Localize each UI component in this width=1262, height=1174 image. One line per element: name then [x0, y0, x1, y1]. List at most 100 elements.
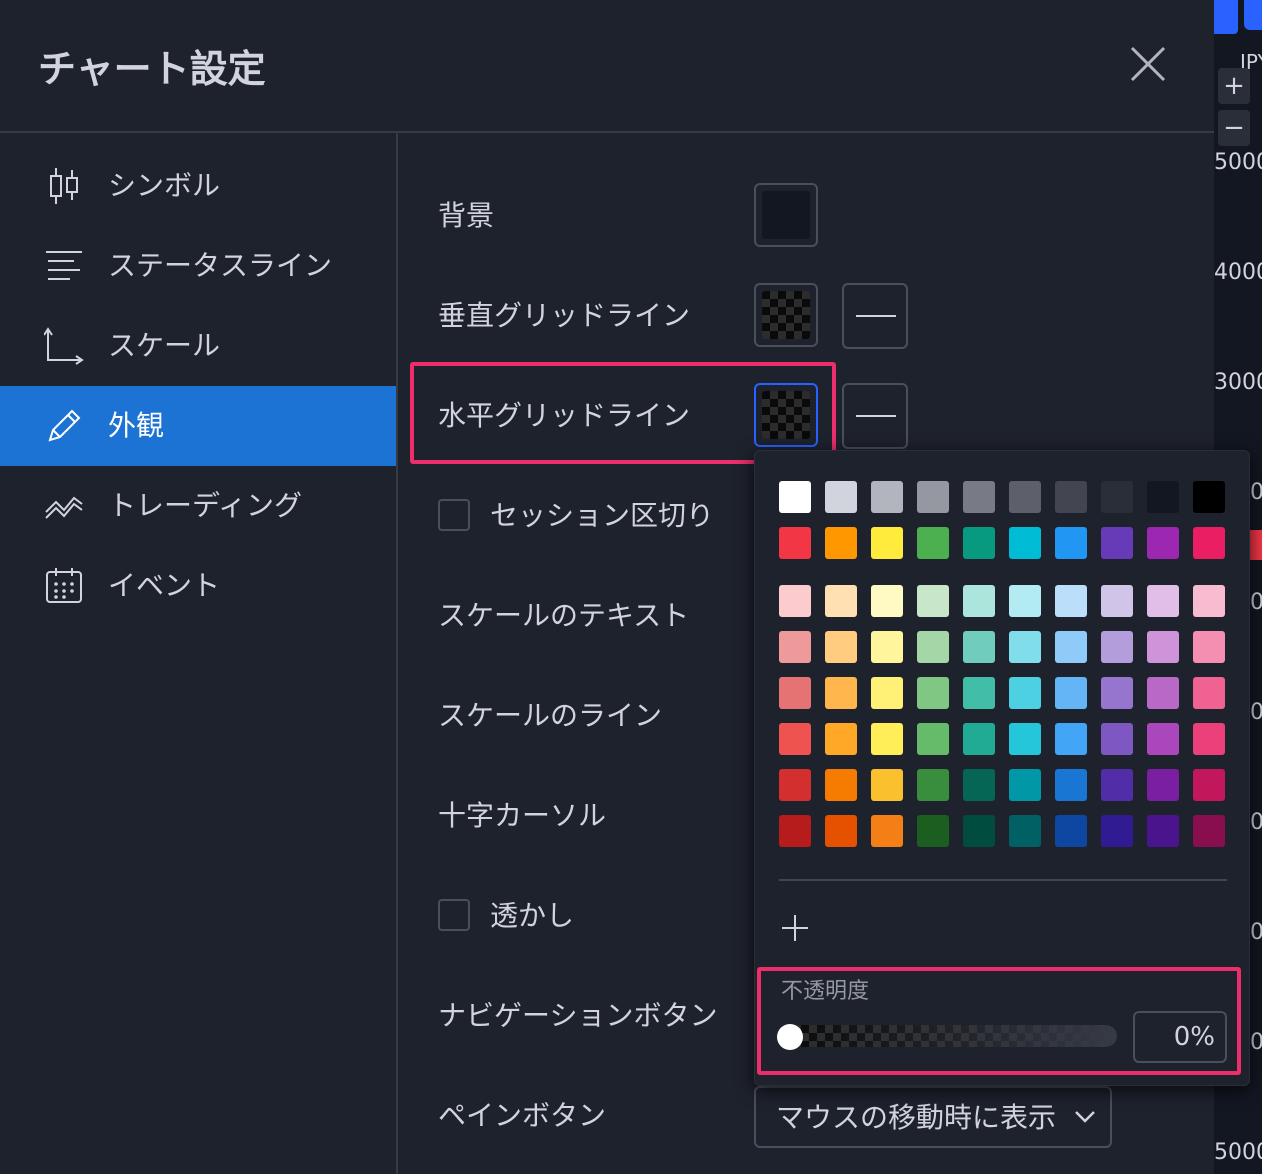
color-swatch-option[interactable] — [1193, 631, 1225, 663]
horizontal-grid-line-style-button[interactable] — [842, 383, 908, 449]
close-button[interactable] — [1128, 44, 1168, 84]
background-color-button[interactable] — [754, 183, 818, 247]
color-swatch-option[interactable] — [963, 815, 995, 847]
color-swatch-option[interactable] — [779, 723, 811, 755]
vertical-grid-line-style-button[interactable] — [842, 283, 908, 349]
color-swatch-option[interactable] — [779, 481, 811, 513]
color-swatch-option[interactable] — [963, 677, 995, 709]
color-swatch-option[interactable] — [917, 815, 949, 847]
color-swatch-option[interactable] — [1009, 769, 1041, 801]
color-swatch-option[interactable] — [1009, 585, 1041, 617]
color-swatch-option[interactable] — [825, 677, 857, 709]
color-swatch-option[interactable] — [825, 769, 857, 801]
color-swatch-option[interactable] — [1193, 527, 1225, 559]
color-swatch-option[interactable] — [825, 527, 857, 559]
add-custom-color-button[interactable] — [779, 911, 811, 943]
pane-buttons-select[interactable]: マウスの移動時に表示 — [754, 1086, 1112, 1148]
color-swatch-option[interactable] — [917, 527, 949, 559]
color-swatch-option[interactable] — [1101, 481, 1133, 513]
opacity-slider-handle[interactable] — [777, 1024, 803, 1050]
color-swatch-option[interactable] — [779, 815, 811, 847]
color-swatch-option[interactable] — [963, 769, 995, 801]
color-swatch-option[interactable] — [1193, 585, 1225, 617]
session-breaks-checkbox[interactable] — [438, 499, 470, 531]
color-swatch-option[interactable] — [1055, 769, 1087, 801]
color-swatch-option[interactable] — [1147, 723, 1179, 755]
color-swatch-option[interactable] — [871, 631, 903, 663]
color-swatch-option[interactable] — [779, 769, 811, 801]
sidebar-item-trading[interactable]: トレーディング — [0, 466, 396, 546]
color-swatch-option[interactable] — [1147, 677, 1179, 709]
color-swatch-option[interactable] — [779, 677, 811, 709]
color-swatch-option[interactable] — [963, 723, 995, 755]
chart-toolbar-button[interactable] — [1244, 0, 1262, 30]
color-swatch-option[interactable] — [1055, 527, 1087, 559]
color-swatch-option[interactable] — [963, 631, 995, 663]
color-swatch-option[interactable] — [1193, 769, 1225, 801]
sidebar-item-symbol[interactable]: シンボル — [0, 146, 396, 226]
color-swatch-option[interactable] — [917, 585, 949, 617]
color-swatch-option[interactable] — [1009, 723, 1041, 755]
vertical-grid-color-button[interactable] — [754, 283, 818, 347]
color-swatch-option[interactable] — [1193, 481, 1225, 513]
color-swatch-option[interactable] — [1055, 723, 1087, 755]
color-swatch-option[interactable] — [1055, 631, 1087, 663]
color-swatch-option[interactable] — [963, 527, 995, 559]
color-swatch-option[interactable] — [1147, 527, 1179, 559]
color-swatch-option[interactable] — [1101, 527, 1133, 559]
zoom-in-button[interactable]: + — [1218, 68, 1250, 104]
color-swatch-option[interactable] — [871, 769, 903, 801]
color-swatch-option[interactable] — [871, 527, 903, 559]
color-swatch-option[interactable] — [1147, 631, 1179, 663]
color-swatch-option[interactable] — [871, 723, 903, 755]
color-swatch-option[interactable] — [917, 723, 949, 755]
color-swatch-option[interactable] — [779, 585, 811, 617]
opacity-input[interactable]: 0% — [1133, 1011, 1227, 1063]
color-swatch-option[interactable] — [825, 631, 857, 663]
color-swatch-option[interactable] — [917, 481, 949, 513]
horizontal-grid-color-button[interactable] — [754, 383, 818, 447]
color-swatch-option[interactable] — [1193, 815, 1225, 847]
color-swatch-option[interactable] — [1055, 585, 1087, 617]
color-swatch-option[interactable] — [1147, 481, 1179, 513]
close-icon[interactable] — [1128, 44, 1168, 84]
color-swatch-option[interactable] — [825, 481, 857, 513]
color-swatch-option[interactable] — [825, 815, 857, 847]
color-swatch-option[interactable] — [1009, 527, 1041, 559]
color-swatch-option[interactable] — [1101, 631, 1133, 663]
sidebar-item-events[interactable]: イベント — [0, 546, 396, 626]
color-swatch-option[interactable] — [825, 723, 857, 755]
color-swatch-option[interactable] — [1193, 723, 1225, 755]
color-swatch-option[interactable] — [1055, 677, 1087, 709]
color-swatch-option[interactable] — [1101, 723, 1133, 755]
zoom-out-button[interactable]: − — [1218, 110, 1250, 146]
color-swatch-option[interactable] — [825, 585, 857, 617]
color-swatch-option[interactable] — [779, 527, 811, 559]
color-swatch-option[interactable] — [1101, 769, 1133, 801]
color-swatch-option[interactable] — [1101, 585, 1133, 617]
color-swatch-option[interactable] — [1193, 677, 1225, 709]
sidebar-item-scales[interactable]: スケール — [0, 306, 396, 386]
color-swatch-option[interactable] — [963, 481, 995, 513]
color-swatch-option[interactable] — [1055, 815, 1087, 847]
color-swatch-option[interactable] — [1055, 481, 1087, 513]
watermark-checkbox[interactable] — [438, 899, 470, 931]
color-swatch-option[interactable] — [1009, 815, 1041, 847]
color-swatch-option[interactable] — [917, 769, 949, 801]
sidebar-item-status-line[interactable]: ステータスライン — [0, 226, 396, 306]
color-swatch-option[interactable] — [917, 631, 949, 663]
color-swatch-option[interactable] — [1009, 631, 1041, 663]
color-swatch-option[interactable] — [1147, 815, 1179, 847]
color-swatch-option[interactable] — [871, 677, 903, 709]
color-swatch-option[interactable] — [1009, 481, 1041, 513]
color-swatch-option[interactable] — [1009, 677, 1041, 709]
sidebar-item-appearance[interactable]: 外観 — [0, 386, 396, 466]
chart-toolbar-button[interactable] — [1214, 0, 1238, 34]
opacity-slider[interactable] — [785, 1025, 1117, 1047]
color-swatch-option[interactable] — [1101, 677, 1133, 709]
color-swatch-option[interactable] — [1147, 585, 1179, 617]
color-swatch-option[interactable] — [1101, 815, 1133, 847]
color-swatch-option[interactable] — [871, 585, 903, 617]
color-swatch-option[interactable] — [871, 815, 903, 847]
color-swatch-option[interactable] — [871, 481, 903, 513]
